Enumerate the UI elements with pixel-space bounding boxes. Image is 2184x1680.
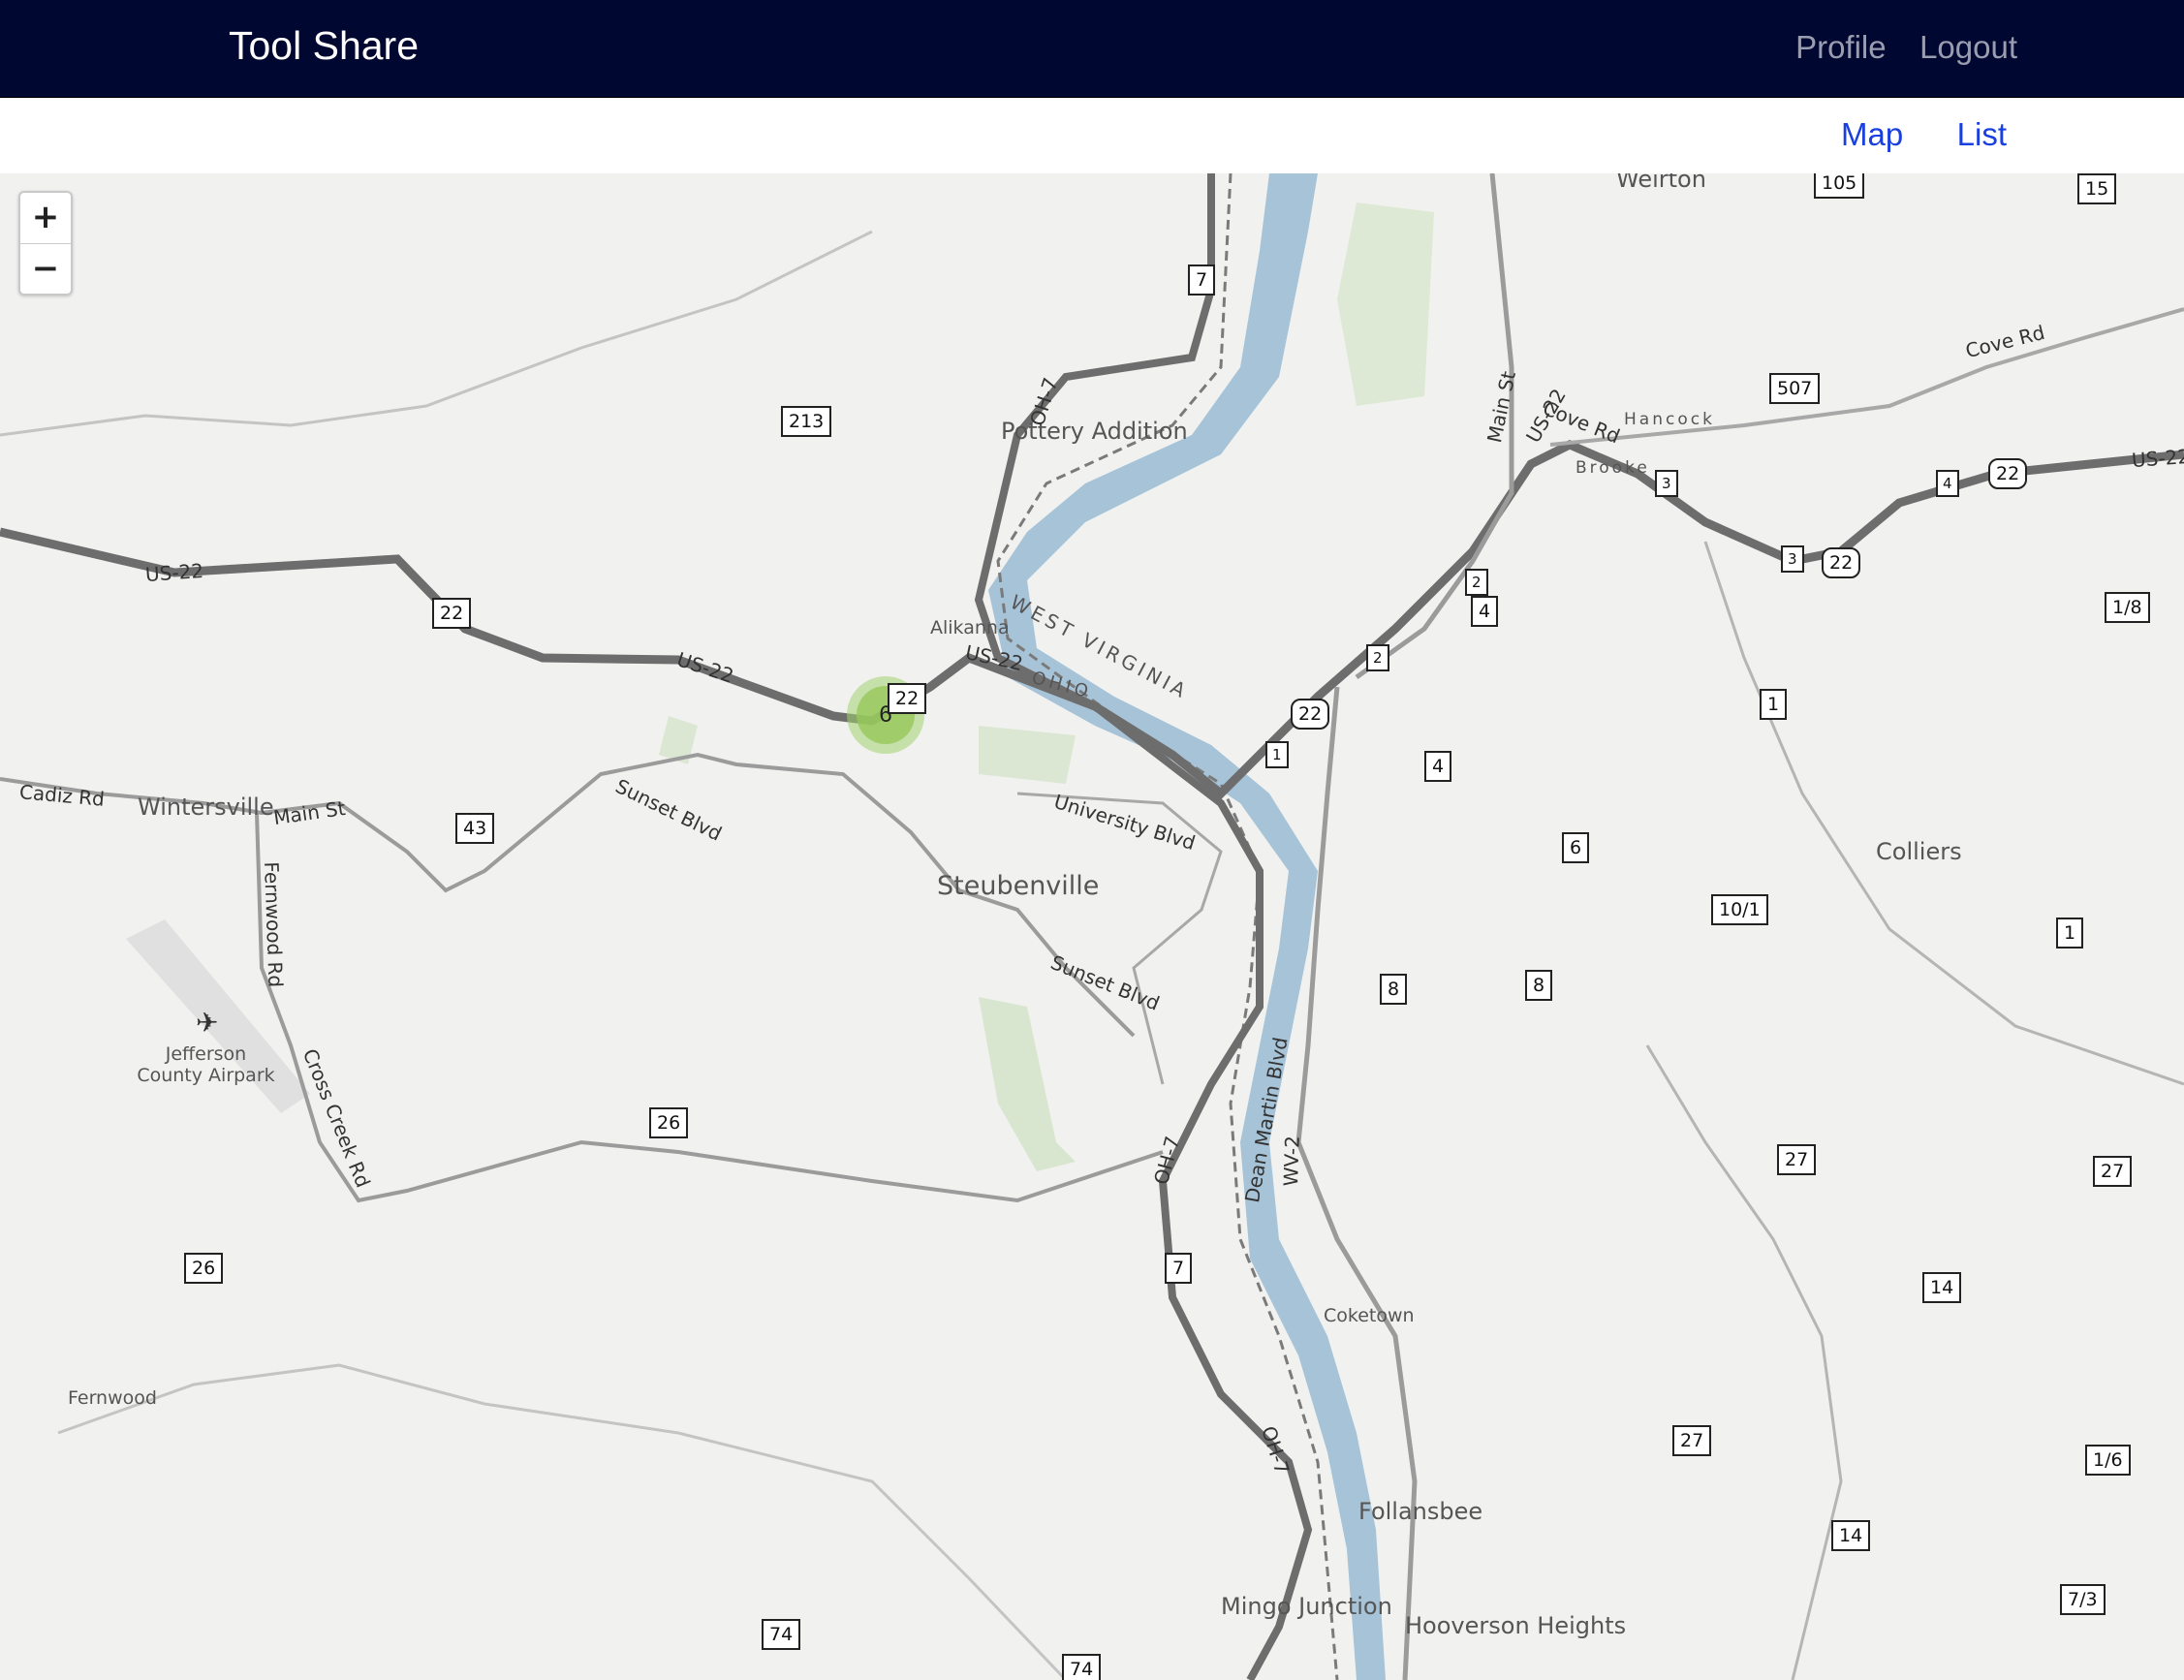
route-shield: 4 [1936,470,1959,497]
place-label: Fernwood [68,1387,157,1409]
place-label: Coketown [1324,1305,1415,1326]
place-label: Hancock [1624,410,1715,429]
place-label: Mingo Junction [1221,1593,1392,1620]
place-label: Alikanna [930,617,1010,638]
route-shield: 105 [1814,173,1865,199]
route-shield: 507 [1769,373,1821,404]
route-shield: 8 [1380,974,1408,1005]
place-label: Steubenville [937,871,1100,901]
route-shield: 6 [1562,832,1590,863]
route-shield: 2 [1366,644,1389,671]
route-shield: 15 [2077,173,2117,204]
minor-road [1645,1044,1843,1680]
map-view-link[interactable]: Map [1841,116,1903,152]
place-label: Wintersville [138,793,274,821]
minor-road [1703,541,2184,1086]
brand-title[interactable]: Tool Share [229,23,419,69]
place-label: Colliers [1876,838,1962,865]
route-shield: 1/6 [2085,1445,2131,1476]
route-shield: 43 [455,813,495,844]
route-shield: 1/8 [2105,592,2150,623]
route-shield: 14 [1922,1272,1962,1303]
place-label: Follansbee [1358,1498,1483,1525]
road-label: US-22 [2131,444,2184,473]
logout-link[interactable]: Logout [1919,29,2017,65]
view-switcher: Map List [0,98,2184,173]
park-area [1337,202,1434,406]
route-shield: 7/3 [2060,1584,2106,1615]
minor-road [0,230,873,437]
profile-link[interactable]: Profile [1795,29,1887,65]
route-shield: 8 [1525,970,1553,1001]
map-base-layer [0,173,2184,1680]
route-shield: 22 [1291,699,1330,730]
park-area [979,997,1076,1171]
place-label: Brooke [1576,458,1650,478]
zoom-control: + − [18,191,73,296]
route-shield: 22 [1822,547,1861,578]
route-shield: 2 [1465,569,1488,596]
route-shield: 27 [1672,1425,1712,1456]
route-shield: 74 [1062,1654,1102,1680]
list-view-link[interactable]: List [1957,116,2007,152]
place-label: Weirton [1616,173,1706,193]
route-shield: 27 [1777,1144,1817,1175]
zoom-out-button[interactable]: − [20,243,71,295]
place-label: Hooverson Heights [1405,1612,1627,1639]
route-shield: 1 [1760,689,1788,720]
road-label: WV-2 [1279,1135,1304,1187]
road-label: Fernwood Rd [260,861,288,988]
map-canvas[interactable]: + − 6 Weirton Pottery Addition Alikanna … [0,173,2184,1680]
minor-road [57,1363,1068,1680]
route-shield: 3 [1655,470,1678,497]
route-shield: 27 [2093,1156,2133,1187]
route-shield: 213 [781,406,832,437]
zoom-in-button[interactable]: + [20,193,71,243]
route-shield: 22 [432,598,472,629]
route-shield: 7 [1188,264,1216,296]
route-shield: 1 [2056,918,2084,949]
top-navbar: Tool Share Profile Logout [0,0,2184,98]
route-shield: 10/1 [1711,894,1768,925]
route-shield: 74 [762,1619,801,1650]
road-label: US-22 [144,558,204,587]
place-label: Jefferson County Airpark [137,1043,275,1086]
route-shield: 1 [1265,741,1289,768]
route-shield: 14 [1831,1520,1871,1551]
route-shield: 22 [1988,458,2028,489]
route-shield: 7 [1165,1253,1193,1284]
nav-links: Profile Logout [1766,29,2017,66]
route-shield: 26 [184,1253,224,1284]
route-shield: 22 [888,683,927,714]
airport-icon: ✈ [196,1008,219,1038]
route-shield: 3 [1781,545,1804,573]
route-shield: 4 [1424,751,1452,782]
park-area [979,726,1076,784]
route-shield: 4 [1471,596,1499,627]
route-shield: 26 [649,1107,689,1138]
